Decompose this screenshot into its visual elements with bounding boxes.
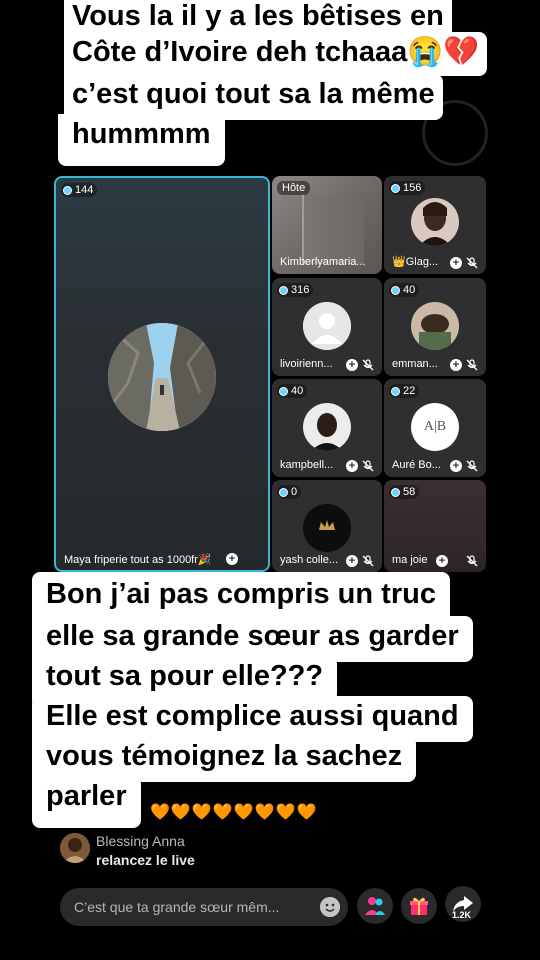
brand-logo-text: A|B <box>423 419 447 434</box>
host-badge: Hôte <box>277 181 311 195</box>
viewer-count-value: 144 <box>75 184 94 196</box>
viewer-count-value: 22 <box>403 385 416 397</box>
viewer-icon <box>391 386 400 396</box>
viewer-icon <box>391 487 400 497</box>
person-photo <box>411 198 459 246</box>
follow-plus-icon[interactable]: + <box>346 359 358 371</box>
viewer-icon <box>63 185 72 195</box>
door-shape <box>302 194 364 264</box>
viewer-count: 156 <box>389 181 426 195</box>
brand-logo-avatar <box>303 504 351 552</box>
guest-name: yash colle... <box>280 554 339 566</box>
brand-logo-avatar: A|B <box>411 403 459 451</box>
guest-name: ma joie <box>392 554 428 566</box>
caption-line: Vous la il y a les bêtises en <box>64 0 452 34</box>
viewer-count: 0 <box>277 485 302 499</box>
viewer-icon <box>391 183 400 193</box>
share-count: 1.2K <box>452 910 472 920</box>
guest-name: Auré Bo... <box>392 459 441 471</box>
comment-author[interactable]: Blessing Anna <box>96 833 185 849</box>
follow-plus-icon[interactable]: + <box>436 555 448 567</box>
guest-tile[interactable]: 58 ma joie + <box>384 480 486 572</box>
viewer-icon <box>279 487 288 497</box>
comment-input[interactable]: C’est que ta grande sœur mêm... <box>60 888 348 926</box>
guest-tile[interactable]: 316 livoirienn... + <box>272 278 382 376</box>
mic-muted-icon <box>362 460 374 472</box>
follow-plus-icon[interactable]: + <box>450 359 462 371</box>
guest-avatar <box>411 198 459 246</box>
viewer-icon <box>391 285 400 295</box>
main-video-tile[interactable]: 144 Maya friperie tout as 1000fr🎉 + <box>54 176 270 572</box>
viewer-count: 22 <box>389 384 420 398</box>
canyon-photo <box>108 323 216 431</box>
guest-avatar <box>411 302 459 350</box>
follow-plus-icon[interactable]: + <box>346 555 358 567</box>
crown-logo-icon <box>303 504 351 552</box>
guest-tile[interactable]: 156 👑Glag... + <box>384 176 486 274</box>
smiley-glyph <box>320 897 340 917</box>
viewer-count-value: 40 <box>403 284 416 296</box>
viewer-count-value: 40 <box>291 385 304 397</box>
viewer-count-value: 58 <box>403 486 416 498</box>
viewer-icon <box>279 386 288 396</box>
person-photo <box>411 302 459 350</box>
caption-line: parler <box>32 776 141 828</box>
guest-name: kampbell... <box>280 459 334 471</box>
guest-avatar <box>303 403 351 451</box>
viewer-count: 40 <box>277 384 308 398</box>
people-icon <box>365 897 385 915</box>
mic-muted-icon <box>466 257 478 269</box>
guest-tile[interactable]: 40 emman... + <box>384 278 486 376</box>
viewer-count: 58 <box>389 485 420 499</box>
heart-emojis: 🧡🧡🧡🧡🧡🧡🧡🧡 <box>150 804 318 821</box>
invite-button[interactable] <box>357 888 393 924</box>
main-tile-name: Maya friperie tout as 1000fr🎉 <box>64 554 212 566</box>
follow-plus-icon[interactable]: + <box>450 257 462 269</box>
viewer-count-value: 0 <box>291 486 298 498</box>
follow-plus-icon[interactable]: + <box>346 460 358 472</box>
follow-plus-icon[interactable]: + <box>226 553 238 565</box>
gift-button[interactable] <box>401 888 437 924</box>
guest-name: livoirienn... <box>280 358 333 370</box>
viewer-count: 40 <box>389 283 420 297</box>
guest-name: emman... <box>392 358 438 370</box>
viewer-count-value: 156 <box>403 182 422 194</box>
guest-name: 👑Glag... <box>392 256 439 268</box>
comment-text: relancez le live <box>96 852 195 868</box>
viewer-icon <box>279 285 288 295</box>
mic-muted-icon <box>466 359 478 371</box>
viewer-count: 144 <box>61 183 98 197</box>
avatar-photo <box>60 833 90 863</box>
gift-icon <box>410 897 428 915</box>
host-name: Kimberlyamaria... <box>280 256 366 268</box>
guest-tile[interactable]: 40 kampbell... + <box>272 379 382 477</box>
guest-tile[interactable]: 22 A|B Auré Bo... + <box>384 379 486 477</box>
commenter-avatar[interactable] <box>60 833 90 863</box>
main-video-avatar <box>108 323 216 431</box>
mic-muted-icon <box>466 555 478 567</box>
person-photo <box>303 403 351 451</box>
caption-line: hummmm <box>58 114 225 166</box>
mic-muted-icon <box>362 555 374 567</box>
host-tile[interactable]: Hôte Kimberlyamaria... <box>272 176 382 274</box>
viewer-count: 316 <box>277 283 314 297</box>
user-silhouette-icon <box>303 302 351 350</box>
smiley-icon[interactable] <box>320 897 340 917</box>
default-avatar <box>303 302 351 350</box>
mic-muted-icon <box>466 460 478 472</box>
mic-muted-icon <box>362 359 374 371</box>
comment-input-placeholder: C’est que ta grande sœur mêm... <box>74 899 280 915</box>
viewer-count-value: 316 <box>291 284 310 296</box>
follow-plus-icon[interactable]: + <box>450 460 462 472</box>
caption-line: Côte d’Ivoire deh tchaaa😭💔 <box>64 32 488 76</box>
guest-tile[interactable]: 0 yash colle... + <box>272 480 382 572</box>
